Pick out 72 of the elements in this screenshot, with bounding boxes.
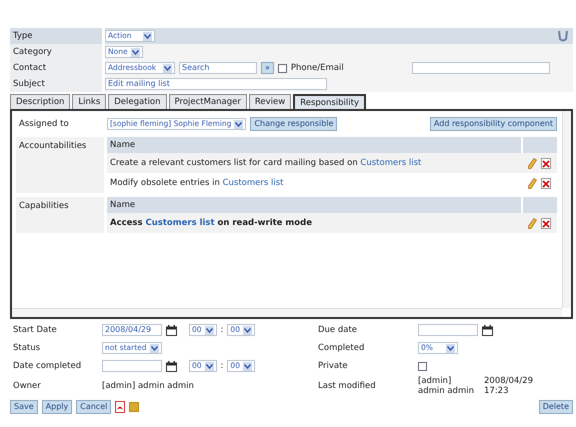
caret-icon[interactable] xyxy=(242,326,252,334)
search-field[interactable]: Search xyxy=(179,62,257,74)
caret-icon[interactable] xyxy=(242,362,252,370)
modified-date-text: 2008/04/29 17:23 xyxy=(484,376,534,396)
field-label: Last modified xyxy=(318,380,377,392)
tab[interactable]: Links xyxy=(72,94,106,109)
action-button[interactable]: Save xyxy=(10,400,38,414)
phone-email-field[interactable] xyxy=(412,62,550,74)
date-field[interactable] xyxy=(102,360,162,372)
caret-icon[interactable] xyxy=(204,362,214,370)
caret-icon[interactable] xyxy=(204,326,214,334)
modified-by-text: [admin] admin admin xyxy=(418,376,475,396)
note-icon[interactable] xyxy=(129,402,140,412)
section-label: Accountabilities xyxy=(16,137,104,193)
checkbox[interactable] xyxy=(278,64,287,72)
field-label: Subject xyxy=(10,76,102,92)
go-button[interactable]: » xyxy=(261,62,274,74)
owner-text: [admin] admin admin xyxy=(102,380,194,392)
tab[interactable]: Responsibility xyxy=(293,94,366,109)
field-label: Contact xyxy=(10,60,102,76)
action-button[interactable]: Apply xyxy=(42,400,72,414)
field-label: Due date xyxy=(318,324,358,336)
calendar-icon[interactable] xyxy=(166,360,177,372)
customers-list-link[interactable]: Customers list xyxy=(146,218,215,228)
delete-icon[interactable] xyxy=(540,178,550,188)
subject-field[interactable]: Edit mailing list xyxy=(105,78,327,90)
column-header: Name xyxy=(109,198,136,212)
field-label: Completed xyxy=(318,342,366,354)
delete-icon[interactable] xyxy=(540,218,550,228)
delete-icon[interactable] xyxy=(540,158,550,168)
customers-list-link[interactable]: Customers list xyxy=(222,178,284,188)
caret-icon[interactable] xyxy=(446,344,455,352)
caret-icon[interactable] xyxy=(163,64,172,72)
pencil-icon[interactable] xyxy=(528,158,536,168)
row-text: Modify obsolete entries in Customers list xyxy=(109,176,284,190)
row-text: Create a relevant customers list for card mailing based on Customers list xyxy=(109,156,422,170)
action-button[interactable]: Cancel xyxy=(76,400,112,414)
tab[interactable]: Description xyxy=(10,94,70,109)
checkbox[interactable] xyxy=(418,362,427,370)
customers-list-link[interactable]: Customers list xyxy=(360,158,422,168)
field-label: Category xyxy=(10,44,102,60)
checkbox-label: Phone/Email xyxy=(290,62,344,74)
field-label: Type xyxy=(10,28,102,44)
time-separator: : xyxy=(220,324,224,336)
caret-icon[interactable] xyxy=(130,48,140,56)
field-label: Assigned to xyxy=(18,118,70,131)
calendar-icon[interactable] xyxy=(482,324,493,336)
pencil-icon[interactable] xyxy=(528,218,536,228)
caret-icon[interactable] xyxy=(143,32,152,40)
field-label: Private xyxy=(318,360,349,372)
tab[interactable]: Delegation xyxy=(108,94,167,109)
clip-icon xyxy=(557,30,569,42)
add-component-button[interactable]: Add responsibility component xyxy=(430,117,557,131)
column-header: Name xyxy=(109,138,136,152)
field-label: Date completed xyxy=(12,360,82,372)
calendar-icon[interactable] xyxy=(166,324,177,336)
field-label: Start Date xyxy=(12,324,58,336)
caret-icon[interactable] xyxy=(150,344,159,352)
tab[interactable]: Review xyxy=(248,94,292,109)
pencil-icon[interactable] xyxy=(528,178,536,188)
caret-icon[interactable] xyxy=(234,120,244,128)
row-text: Access Customers list on read-write mode xyxy=(109,216,313,230)
field-label: Owner xyxy=(12,380,42,392)
date-field[interactable] xyxy=(418,324,478,336)
change-responsible-button[interactable]: Change responsible xyxy=(250,117,338,131)
date-field[interactable]: 2008/04/29 xyxy=(102,324,162,336)
delete-button[interactable]: Delete xyxy=(538,400,573,414)
section-label: Capabilities xyxy=(16,197,104,233)
time-separator: : xyxy=(220,360,224,372)
pdf-icon[interactable] xyxy=(115,401,126,413)
field-label: Status xyxy=(12,342,42,354)
tab[interactable]: ProjectManager xyxy=(168,94,247,109)
